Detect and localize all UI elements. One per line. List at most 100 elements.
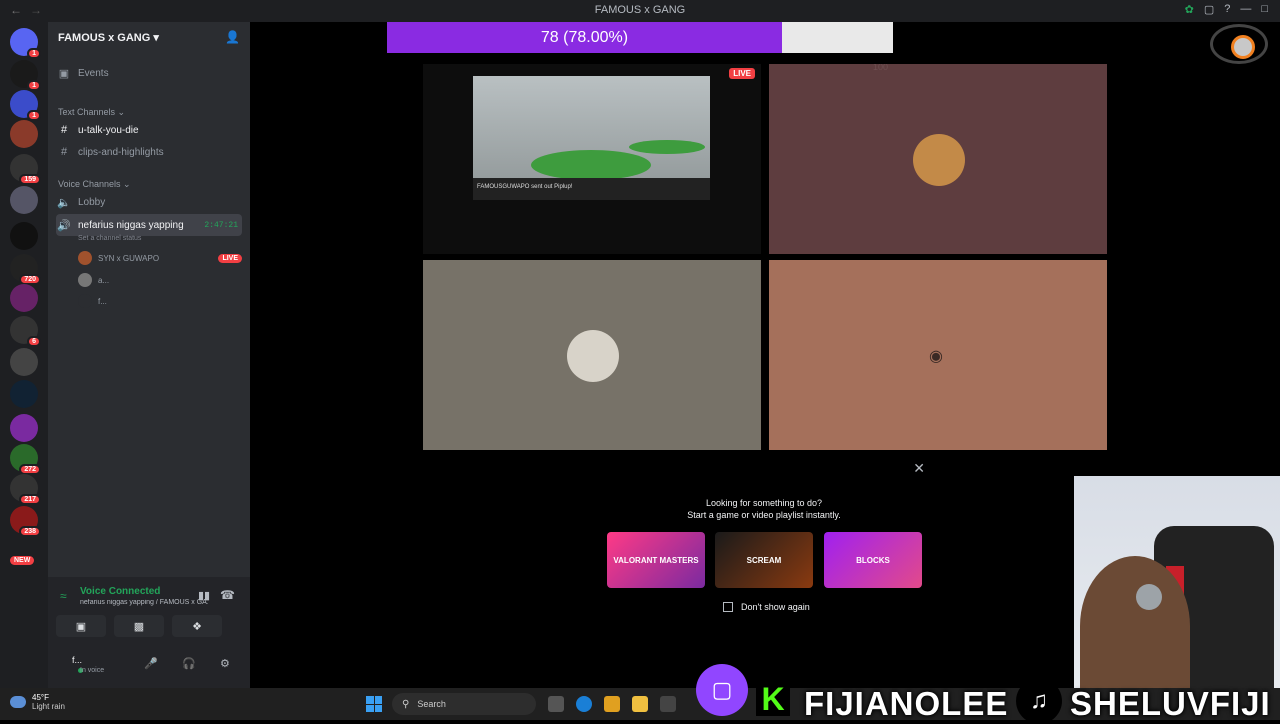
video-off-icon: ▣ [75, 620, 87, 633]
user-name[interactable]: f... [72, 655, 82, 665]
task-view-icon[interactable] [548, 696, 564, 712]
voice-timer: 2:47:21 [204, 220, 238, 230]
guild-name[interactable]: FAMOUS x GANG ▾ [58, 31, 159, 44]
voice-channel-active[interactable]: 🔊 nefarius niggas yapping 2:47:21 [56, 214, 242, 236]
app-icon[interactable] [660, 696, 676, 712]
member-name: f... [98, 296, 107, 306]
window-title: FAMOUS x GANG [594, 4, 686, 16]
server-icon[interactable]: 159 [10, 154, 41, 185]
server-icon[interactable]: 720 [10, 254, 41, 285]
streamer [1080, 556, 1190, 688]
server-rail: 1 1 1 159 720 6 272 217 238 NEW [0, 22, 48, 688]
server-icon[interactable] [10, 414, 38, 442]
leaf-icon[interactable]: ✿ [1185, 3, 1194, 16]
discord-home-icon[interactable]: 1 [10, 28, 41, 59]
activity-subheading: Start a game or video playlist instantly… [687, 510, 841, 520]
activity-heading: Looking for something to do? [705, 498, 823, 508]
settings-gear-icon[interactable]: ⚙ [220, 657, 230, 670]
voice-channel-lobby[interactable]: 🔈 Lobby [56, 192, 242, 212]
a-server-icon[interactable] [10, 222, 38, 250]
avatar [78, 294, 92, 308]
channel-label: u-talk-you-die [78, 124, 139, 136]
activity-prompt: ✕ Looking for something to do? Start a g… [595, 452, 933, 648]
server-icon[interactable] [10, 186, 38, 214]
edge-icon[interactable] [576, 696, 592, 712]
hash-icon: # [60, 124, 68, 136]
text-channels-category[interactable]: Text Channels ⌄ [58, 107, 125, 118]
weather-widget[interactable]: 45°F Light rain [10, 693, 65, 711]
participant-tile[interactable]: ◉ [769, 260, 1107, 450]
activity-card[interactable]: SCREAM [715, 532, 813, 588]
screen-share-button[interactable]: ▩ [114, 615, 164, 637]
participant-tile[interactable]: 100 [769, 64, 1107, 254]
voice-member[interactable]: f... [78, 293, 242, 309]
signal-icon[interactable]: ≈ [60, 589, 67, 603]
activity-card[interactable]: BLOCKS [824, 532, 922, 588]
live-badge: LIVE [729, 68, 755, 79]
server-icon[interactable]: 1 [10, 90, 41, 121]
server-icon[interactable]: 217 [10, 474, 41, 505]
atlanta-server-icon[interactable] [10, 284, 38, 312]
disconnect-icon[interactable]: ☎ [220, 588, 235, 602]
channel-logo [1210, 24, 1268, 64]
rocket-icon: ❖ [192, 620, 202, 633]
mention-badge: 6 [27, 336, 41, 347]
taskbar-search[interactable]: ⚲ Search [392, 693, 536, 715]
inbox-icon[interactable]: ▢ [1204, 3, 1214, 16]
mention-badge: 1 [27, 48, 41, 59]
stream-tile[interactable]: LIVE FAMOUSGUWAPO sent out Piplup! [423, 64, 761, 254]
events-item[interactable]: ▣ Events [56, 63, 242, 83]
maximize-icon[interactable]: □ [1261, 3, 1268, 16]
voice-connection-panel: ≈ Voice Connected nefarius niggas yappin… [48, 577, 250, 688]
progress-bar: 78 (78.00%) [387, 22, 893, 53]
activities-button[interactable]: ❖ [172, 615, 222, 637]
app-icon[interactable] [604, 696, 620, 712]
dont-show-again-checkbox[interactable]: Don't show again [723, 602, 810, 612]
set-channel-status[interactable]: Set a channel status [78, 235, 141, 242]
channel-clips-and-highlights[interactable]: # clips-and-highlights [56, 142, 242, 162]
invite-people-icon[interactable]: 👤 [225, 30, 240, 44]
server-icon[interactable]: 238 [10, 506, 41, 537]
tiktok-handle: SHELUVFIJI [1070, 685, 1271, 722]
game-dialog: FAMOUSGUWAPO sent out Piplup! [473, 178, 710, 200]
kick-icon: K [756, 681, 790, 717]
evo-server-icon[interactable]: 1 [10, 60, 41, 91]
minimize-icon[interactable]: — [1240, 3, 1251, 16]
voice-channel-path: nefarius niggas yapping / FAMOUS x GA... [80, 599, 208, 606]
channel-sidebar: FAMOUS x GANG ▾ 👤 ▣ Events Text Channels… [48, 22, 250, 688]
close-icon[interactable]: ✕ [913, 460, 925, 477]
file-explorer-icon[interactable] [632, 696, 648, 712]
avatar [567, 330, 619, 382]
speaker-icon: 🔊 [57, 219, 71, 232]
help-icon[interactable]: ? [1224, 3, 1230, 16]
activity-card[interactable]: VALORANT MASTERS [607, 532, 705, 588]
dtown-server-icon[interactable] [10, 380, 38, 408]
user-status: In voice [80, 667, 105, 674]
participant-tile[interactable] [423, 260, 761, 450]
eye-logo-icon: ◉ [929, 348, 943, 365]
voice-member[interactable]: a... [78, 272, 242, 288]
checkbox-icon [723, 602, 733, 612]
avatar [78, 273, 92, 287]
new-badge: NEW [10, 556, 35, 565]
camera-button[interactable]: ▣ [56, 615, 106, 637]
voice-channels-category[interactable]: Voice Channels ⌄ [58, 179, 131, 190]
headphones-icon[interactable]: 🎧 [182, 657, 196, 670]
voice-member[interactable]: SYN x GUWAPO LIVE [78, 250, 242, 266]
channel-u-talk-you-die[interactable]: # u-talk-you-die [56, 120, 242, 140]
channel-label: Lobby [78, 196, 106, 208]
server-icon[interactable] [10, 348, 38, 376]
tile-overlay-text: 100 [873, 64, 889, 72]
checkbox-label: Don't show again [741, 602, 810, 612]
mute-mic-icon[interactable]: 🎤 [144, 657, 158, 670]
progress-label: 78 (78.00%) [540, 29, 629, 46]
title-bar: ← → FAMOUS x GANG ✿ ▢ ? — □ [0, 0, 1280, 22]
windows-start-icon[interactable] [366, 696, 382, 712]
events-label: Events [78, 67, 109, 79]
server-icon[interactable] [10, 120, 38, 148]
mention-badge: 217 [19, 494, 41, 505]
server-icon[interactable]: 272 [10, 444, 41, 475]
rp-server-icon[interactable]: 6 [10, 316, 41, 347]
noise-suppression-icon[interactable]: ▮▮ [198, 589, 210, 602]
screen-share-icon: ▩ [133, 620, 145, 633]
